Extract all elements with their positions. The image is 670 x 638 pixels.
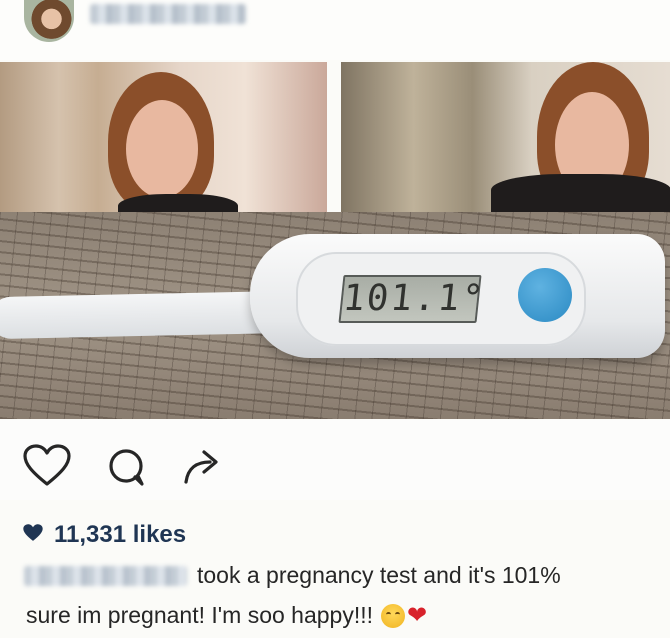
- comment-bubble-icon[interactable]: [104, 446, 150, 495]
- caption-username-blurred[interactable]: [24, 566, 187, 586]
- post-photo-left: [0, 62, 327, 212]
- likes-count[interactable]: 11,331 likes: [54, 521, 186, 549]
- caption-text-line2: sure im pregnant! I'm soo happy!!!: [26, 602, 374, 628]
- red-heart-emoji: ❤: [407, 601, 428, 629]
- caption-text-line1: took a pregnancy test and it's 101%: [197, 562, 561, 588]
- flushed-face-emoji: [381, 603, 406, 628]
- heart-filled-icon: [22, 523, 44, 548]
- thermometer-photo: 101.1°: [0, 212, 670, 419]
- heart-outline-icon[interactable]: [22, 444, 72, 493]
- action-bar: [0, 420, 670, 500]
- thermometer-button: [518, 268, 572, 322]
- likes-row[interactable]: 11,331 likes: [22, 520, 186, 550]
- thermometer-tip: [0, 290, 291, 340]
- avatar[interactable]: [24, 0, 74, 42]
- thermometer-display: 101.1°: [338, 275, 487, 323]
- post-header: [0, 0, 670, 60]
- caption-text-line2-row: sure im pregnant! I'm soo happy!!! ❤: [26, 602, 427, 629]
- share-arrow-icon[interactable]: [180, 444, 226, 493]
- username-blurred[interactable]: [90, 4, 246, 24]
- post-photo-right: [341, 62, 670, 212]
- photo-divider: [327, 62, 341, 212]
